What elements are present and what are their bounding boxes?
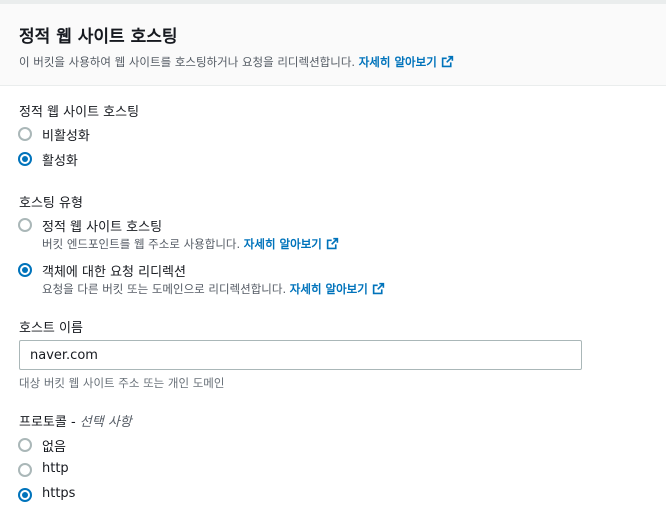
hosting-toggle-label: 정적 웹 사이트 호스팅 <box>19 105 140 120</box>
radio-static-hosting-label: 정적 웹 사이트 호스팅 <box>42 220 163 235</box>
static-hosting-learn-more-label: 자세히 알아보기 <box>243 237 322 251</box>
static-hosting-learn-more-link[interactable]: 자세히 알아보기 <box>244 237 339 251</box>
header-learn-more-link[interactable]: 자세히 알아보기 <box>359 55 454 69</box>
radio-redirect-button[interactable] <box>18 263 32 277</box>
host-name-input[interactable] <box>19 340 582 370</box>
redirect-learn-more-link[interactable]: 자세히 알아보기 <box>290 282 385 296</box>
radio-static-hosting-description: 버킷 엔드포인트를 웹 주소로 사용합니다. 자세히 알아보기 <box>42 236 339 252</box>
external-link-icon <box>441 55 453 68</box>
hosting-type-label: 호스팅 유형 <box>19 196 83 211</box>
radio-protocol-http-button[interactable] <box>18 463 32 477</box>
protocol-optional-text: 선택 사항 <box>79 415 132 430</box>
radio-enable-label: 활성화 <box>42 154 78 169</box>
radio-static-hosting-button[interactable] <box>18 218 32 232</box>
protocol-label: 프로토콜 - 선택 사항 <box>19 411 132 430</box>
panel-header: 정적 웹 사이트 호스팅 이 버킷을 사용하여 웹 사이트를 호스팅하거나 요청… <box>0 0 666 86</box>
radio-protocol-none-button[interactable] <box>18 438 32 452</box>
radio-redirect-label: 객체에 대한 요청 리디렉션 <box>42 265 186 280</box>
page-title: 정적 웹 사이트 호스팅 <box>19 27 178 47</box>
radio-redirect-description-text: 요청을 다른 버킷 또는 도메인으로 리디렉션합니다. <box>42 282 287 296</box>
radio-disable-button[interactable] <box>18 127 32 141</box>
radio-protocol-https-button[interactable] <box>18 488 32 502</box>
external-link-icon <box>372 282 385 295</box>
radio-protocol-http-label: http <box>42 461 69 476</box>
protocol-label-text: 프로토콜 - <box>19 415 80 430</box>
radio-protocol-https-label: https <box>42 486 76 501</box>
radio-protocol-none-label: 없음 <box>42 440 66 455</box>
external-link-icon <box>326 237 339 250</box>
radio-enable-button[interactable] <box>18 152 32 166</box>
radio-disable-label: 비활성화 <box>42 129 90 144</box>
radio-static-hosting-description-text: 버킷 엔드포인트를 웹 주소로 사용합니다. <box>42 237 241 251</box>
header-description-text: 이 버킷을 사용하여 웹 사이트를 호스팅하거나 요청을 리디렉션합니다. <box>19 55 356 69</box>
radio-redirect-description: 요청을 다른 버킷 또는 도메인으로 리디렉션합니다. 자세히 알아보기 <box>42 281 385 297</box>
redirect-learn-more-label: 자세히 알아보기 <box>289 282 368 296</box>
host-name-label: 호스트 이름 <box>19 321 83 336</box>
header-learn-more-label: 자세히 알아보기 <box>358 55 437 69</box>
host-name-hint: 대상 버킷 웹 사이트 주소 또는 개인 도메인 <box>19 376 225 390</box>
header-description: 이 버킷을 사용하여 웹 사이트를 호스팅하거나 요청을 리디렉션합니다. 자세… <box>19 54 454 70</box>
